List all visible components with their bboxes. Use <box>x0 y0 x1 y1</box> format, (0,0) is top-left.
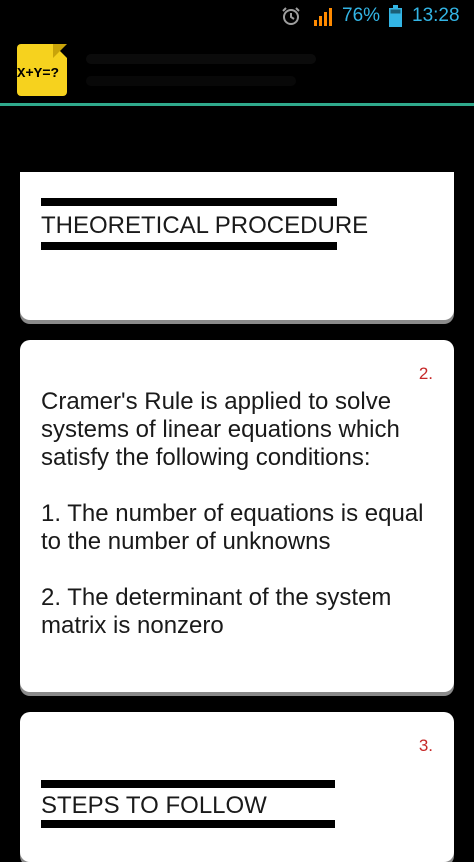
heading-rule-top <box>41 198 337 206</box>
battery-icon <box>389 5 402 27</box>
heading-rule-top <box>41 780 335 788</box>
app-subtitle-line <box>86 76 296 86</box>
signal-icon <box>314 8 332 26</box>
status-bar: 76% 13:28 <box>0 0 474 33</box>
card-number: 2. <box>418 364 433 383</box>
alarm-icon <box>282 7 300 25</box>
heading-rule-bottom <box>41 242 337 250</box>
battery-percentage: 76% <box>342 5 381 26</box>
card-steps-to-follow[interactable]: 3. STEPS TO FOLLOW <box>20 712 454 862</box>
heading-rule-bottom <box>41 820 335 828</box>
card-heading: THEORETICAL PROCEDURE <box>41 212 369 239</box>
card-cramers-rule[interactable]: 2. Cramer's Rule is applied to solve sys… <box>20 340 454 692</box>
logo-fold <box>53 44 67 58</box>
card-body-text: Cramer's Rule is applied to solve system… <box>41 388 424 639</box>
app-title-line <box>86 54 316 64</box>
card-theoretical-procedure[interactable]: THEORETICAL PROCEDURE <box>20 172 454 320</box>
clock: 13:28 <box>412 5 460 26</box>
app-logo-text: X+Y=? <box>17 66 60 82</box>
action-bar-divider <box>0 103 474 106</box>
card-heading: STEPS TO FOLLOW <box>41 792 267 819</box>
app-logo[interactable]: X+Y=? <box>17 44 67 96</box>
card-number: 3. <box>418 736 433 755</box>
